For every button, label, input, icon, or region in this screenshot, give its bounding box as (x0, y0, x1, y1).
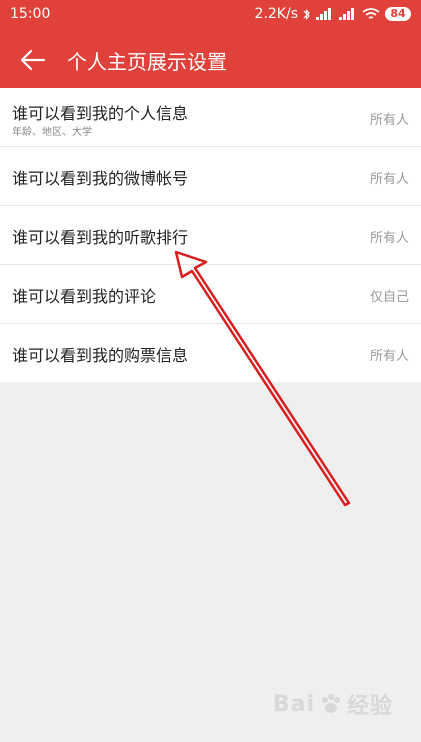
setting-label: 谁可以看到我的听歌排行 (12, 228, 189, 247)
setting-value: 所有人 (369, 113, 409, 128)
app-bar: 个人主页展示设置 (0, 30, 421, 88)
setting-description: 年龄、地区、大学 (12, 127, 92, 138)
watermark-brand: Bai (272, 691, 315, 717)
back-button[interactable] (18, 45, 48, 75)
setting-label: 谁可以看到我的评论 (12, 287, 157, 306)
network-speed: 2.2K/s (254, 6, 298, 22)
setting-value: 所有人 (369, 349, 409, 364)
setting-row-personal-info[interactable]: 谁可以看到我的个人信息 年龄、地区、大学 所有人 (0, 88, 421, 147)
status-icons: 2.2K/s 84 (255, 6, 411, 22)
bluetooth-icon (303, 8, 310, 20)
status-bar: 15:00 2.2K/s 84 (0, 0, 421, 30)
back-arrow-icon (20, 49, 46, 71)
setting-row-ticket-info[interactable]: 谁可以看到我的购票信息 所有人 (0, 324, 421, 382)
wifi-icon (362, 7, 380, 19)
setting-row-listening-rank[interactable]: 谁可以看到我的听歌排行 所有人 (0, 206, 421, 265)
setting-value: 仅自己 (369, 290, 409, 305)
battery-icon: 84 (385, 7, 411, 21)
signal-icon (339, 8, 354, 20)
setting-label: 谁可以看到我的微博帐号 (12, 169, 189, 188)
baidu-watermark: Bai 经验 (273, 688, 393, 720)
paw-icon (321, 694, 340, 713)
setting-row-weibo-account[interactable]: 谁可以看到我的微博帐号 所有人 (0, 147, 421, 206)
setting-label: 谁可以看到我的个人信息 (12, 104, 189, 123)
setting-value: 所有人 (369, 231, 409, 246)
setting-value: 所有人 (369, 172, 409, 187)
status-time: 15:00 (10, 6, 51, 22)
page-title: 个人主页展示设置 (67, 50, 227, 74)
signal-icon (316, 8, 331, 20)
setting-label: 谁可以看到我的购票信息 (12, 346, 189, 365)
watermark-suffix: 经验 (346, 694, 393, 719)
settings-list: 谁可以看到我的个人信息 年龄、地区、大学 所有人 谁可以看到我的微博帐号 所有人… (0, 88, 421, 382)
setting-row-comments[interactable]: 谁可以看到我的评论 仅自己 (0, 265, 421, 324)
